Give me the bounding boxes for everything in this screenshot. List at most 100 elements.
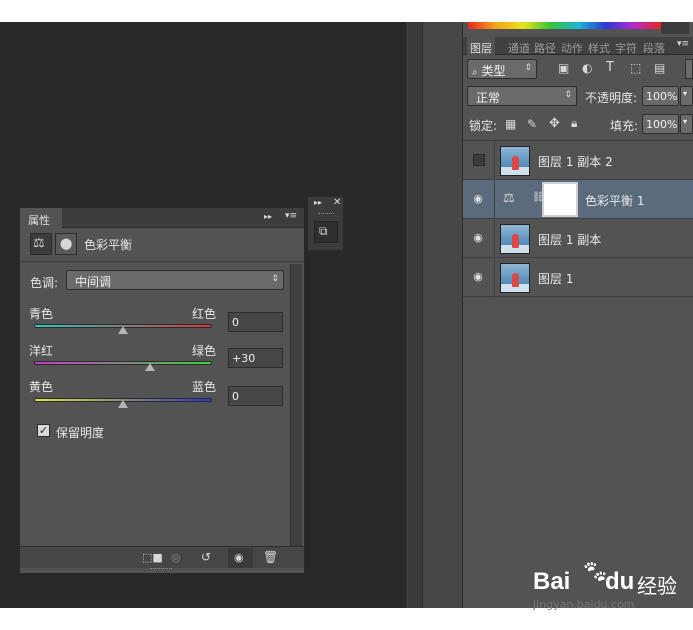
tone-label: 色调: [30, 276, 59, 290]
properties-scrollbar[interactable] [290, 264, 302, 547]
toggle-visibility-button[interactable]: ◉ [228, 548, 253, 568]
preserve-luminosity-checkbox[interactable]: ✓ [37, 424, 50, 437]
lock-all-icon[interactable]: 🔒︎ [571, 116, 577, 131]
tab-styles[interactable]: 样式 [588, 40, 610, 56]
layer-row-separator [494, 180, 495, 219]
watermark-suffix: 经验 [637, 574, 677, 598]
tab-character[interactable]: 字符 [615, 40, 637, 56]
trash-icon[interactable]: 🗑︎ [263, 550, 278, 564]
magenta-green-slider-track[interactable] [34, 361, 212, 365]
layer-row[interactable]: ◉ 图层 1 [463, 258, 693, 297]
filter-toggle[interactable] [685, 59, 693, 79]
slider-right-label: 绿色 [192, 344, 217, 358]
properties-panel-button[interactable]: ⧉ [314, 221, 338, 243]
smart-object-filter-icon[interactable]: ▤ [654, 61, 665, 75]
shape-filter-icon[interactable]: ⬚ [630, 61, 641, 75]
fill-label: 填充: [610, 119, 639, 133]
panel-dock-gutter [405, 22, 422, 608]
layer-name[interactable]: 图层 1 副本 2 [538, 153, 613, 170]
opacity-dropdown[interactable]: ▾ [680, 86, 693, 106]
tab-paragraph[interactable]: 段落 [643, 40, 665, 56]
search-icon: ⌕ [472, 67, 478, 78]
adjustment-filter-icon[interactable]: ◐ [582, 61, 592, 75]
slider-right-label: 蓝色 [192, 380, 217, 394]
collapsed-panel-dock [422, 22, 462, 608]
panel-menu-icon[interactable]: ▾≡ [677, 39, 689, 49]
clip-to-layer-icon[interactable]: ⬚■ [142, 551, 163, 564]
watermark-brand-2: du [605, 568, 635, 595]
magenta-green-value-input[interactable]: +30 [228, 348, 283, 368]
blend-mode-value: 正常 [476, 91, 501, 105]
layer-filter-select[interactable]: ⌕ 类型 ⇕ [467, 59, 537, 79]
type-filter-icon[interactable]: T [606, 60, 614, 75]
properties-panel: 属性 ▸▸ ▾≡ ⚖ ⬤ 色彩平衡 色调: 中间调 ⇕ 青色 红色 0 洋红 绿… [19, 207, 305, 574]
layer-row[interactable]: ◉ 图层 1 副本 [463, 219, 693, 258]
updown-arrow-icon: ⇕ [564, 90, 572, 100]
close-icon[interactable]: ✕ [333, 197, 341, 208]
color-ramp[interactable] [468, 22, 661, 29]
blend-mode-select[interactable]: 正常 ⇕ [467, 86, 577, 106]
magenta-green-slider-knob[interactable] [144, 363, 155, 371]
layer-thumbnail [500, 224, 530, 254]
eye-icon[interactable]: ◉ [471, 192, 485, 206]
balance-scale-icon: ⚖ [33, 236, 45, 251]
resize-grip-icon[interactable] [150, 568, 172, 570]
layer-row-separator [494, 141, 495, 180]
collapse-panel-icon[interactable]: ▸▸ [264, 212, 272, 221]
eye-icon: ◉ [234, 551, 244, 564]
watermark-brand: Bai [533, 568, 571, 595]
layer-name[interactable]: 图层 1 副本 [538, 231, 601, 248]
layer-mask-thumbnail[interactable] [542, 182, 578, 217]
eye-icon[interactable]: ◉ [471, 270, 485, 284]
layer-filter-value: 类型 [481, 64, 506, 78]
properties-footer: ⬚■ ◎ ↺ ◉ 🗑︎ [20, 546, 304, 568]
fill-input[interactable]: 100% [642, 114, 679, 134]
grip-icon[interactable] [318, 213, 334, 215]
tab-properties[interactable]: 属性 [20, 208, 62, 228]
chevron-down-icon: ▾ [683, 117, 688, 126]
watermark-url: jingyan.baidu.com [533, 598, 635, 611]
mini-panel: ▸▸ ✕ ⧉ [307, 196, 344, 251]
lock-image-icon[interactable]: ✎ [527, 117, 537, 131]
cyan-red-slider-knob[interactable] [118, 326, 128, 334]
lock-label: 锁定: [469, 119, 498, 133]
slider-left-label: 青色 [29, 307, 54, 321]
layer-name[interactable]: 图层 1 [538, 270, 573, 287]
opacity-label: 不透明度: [585, 91, 638, 105]
slider-left-label: 黄色 [29, 380, 54, 394]
reset-icon[interactable]: ↺ [201, 550, 211, 564]
expand-panel-icon[interactable]: ▸▸ [314, 198, 322, 207]
layer-name[interactable]: 色彩平衡 1 [585, 192, 644, 209]
cyan-red-value-input[interactable]: 0 [228, 312, 283, 332]
fill-dropdown[interactable]: ▾ [680, 114, 693, 134]
chevron-down-icon: ▾ [683, 89, 688, 98]
layer-row-selected[interactable]: ◉ ⚖ ⛓ 色彩平衡 1 [463, 180, 693, 219]
adjustment-button[interactable]: ⚖ [30, 233, 52, 255]
view-previous-icon[interactable]: ◎ [171, 551, 181, 564]
visibility-toggle-off[interactable] [473, 154, 485, 166]
tab-actions[interactable]: 动作 [561, 40, 583, 56]
opacity-input[interactable]: 100% [642, 86, 679, 106]
yellow-blue-slider-knob[interactable] [118, 400, 128, 408]
yellow-blue-value-input[interactable]: 0 [228, 386, 283, 406]
pixel-filter-icon[interactable]: ▣ [558, 61, 569, 75]
layer-thumbnail [500, 263, 530, 293]
tab-layers[interactable]: 图层 [467, 37, 495, 55]
properties-icon: ⧉ [319, 224, 328, 238]
preserve-luminosity-label: 保留明度 [56, 426, 105, 440]
mask-button[interactable]: ⬤ [55, 233, 77, 255]
slider-left-label: 洋红 [29, 344, 54, 358]
baidu-jingyan-watermark: Bai 🐾︎ du 经验 jingyan.baidu.com [533, 560, 693, 618]
lock-transparent-icon[interactable]: ▦ [505, 117, 516, 131]
eye-icon[interactable]: ◉ [471, 231, 485, 245]
panel-menu-icon[interactable]: ▾≡ [285, 211, 297, 221]
tab-paths[interactable]: 路径 [534, 40, 556, 56]
layer-row-separator [494, 258, 495, 297]
layer-row[interactable]: 图层 1 副本 2 [463, 141, 693, 180]
color-ramp-cap [661, 22, 689, 34]
tab-channels[interactable]: 通道 [508, 40, 530, 56]
mask-icon: ⬤ [60, 237, 73, 250]
lock-position-icon[interactable]: ✥ [549, 116, 560, 131]
section-divider [20, 261, 304, 262]
tone-select[interactable]: 中间调 ⇕ [66, 270, 284, 290]
